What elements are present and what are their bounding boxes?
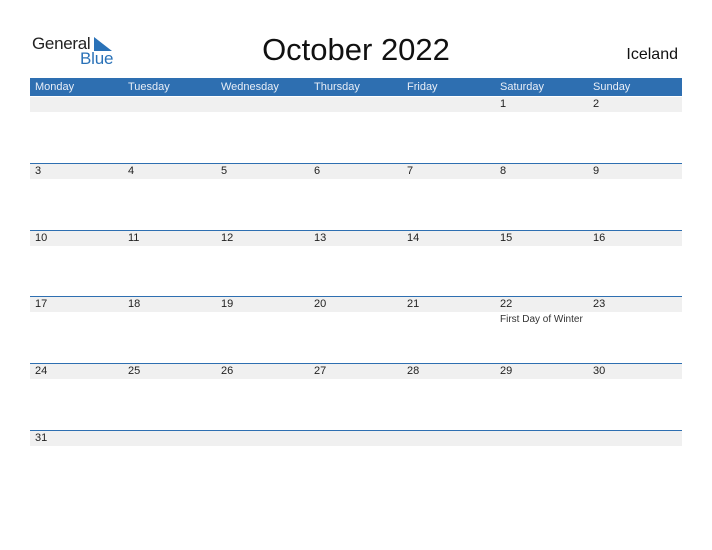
weekday-wednesday: Wednesday xyxy=(221,81,279,93)
weekday-tuesday: Tuesday xyxy=(128,81,170,93)
day-number: 3 xyxy=(35,165,42,177)
day-number: 8 xyxy=(500,165,507,177)
day-number: 23 xyxy=(593,298,606,310)
day-number: 9 xyxy=(593,165,600,177)
day-number: 21 xyxy=(407,298,420,310)
day-number: 16 xyxy=(593,232,606,244)
date-band xyxy=(30,97,682,112)
day-number: 28 xyxy=(407,365,420,377)
day-number: 4 xyxy=(128,165,135,177)
day-number: 2 xyxy=(593,98,600,110)
day-number: 10 xyxy=(35,232,48,244)
weekday-sunday: Sunday xyxy=(593,81,631,93)
holiday-event: First Day of Winter xyxy=(500,314,583,325)
weekday-friday: Friday xyxy=(407,81,438,93)
day-number: 31 xyxy=(35,432,48,444)
day-number: 26 xyxy=(221,365,234,377)
day-number: 14 xyxy=(407,232,420,244)
day-number: 18 xyxy=(128,298,141,310)
day-number: 19 xyxy=(221,298,234,310)
day-number: 15 xyxy=(500,232,513,244)
day-number: 27 xyxy=(314,365,327,377)
day-number: 22 xyxy=(500,298,513,310)
day-number: 6 xyxy=(314,165,321,177)
day-number: 7 xyxy=(407,165,414,177)
weekday-header: Monday Tuesday Wednesday Thursday Friday Satu… xyxy=(30,78,682,96)
day-number: 12 xyxy=(221,232,234,244)
country-label: Iceland xyxy=(626,46,678,63)
weekday-thursday: Thursday xyxy=(314,81,360,93)
day-number: 1 xyxy=(500,98,507,110)
day-number: 5 xyxy=(221,165,228,177)
date-band xyxy=(30,431,682,446)
page-title: October 2022 xyxy=(262,32,450,67)
day-number: 20 xyxy=(314,298,327,310)
day-number: 25 xyxy=(128,365,141,377)
day-number: 29 xyxy=(500,365,513,377)
weekday-saturday: Saturday xyxy=(500,81,545,93)
day-number: 11 xyxy=(128,232,140,244)
weekday-monday: Monday xyxy=(35,81,75,93)
day-number: 17 xyxy=(35,298,48,310)
day-number: 24 xyxy=(35,365,48,377)
day-number: 13 xyxy=(314,232,327,244)
day-number: 30 xyxy=(593,365,606,377)
